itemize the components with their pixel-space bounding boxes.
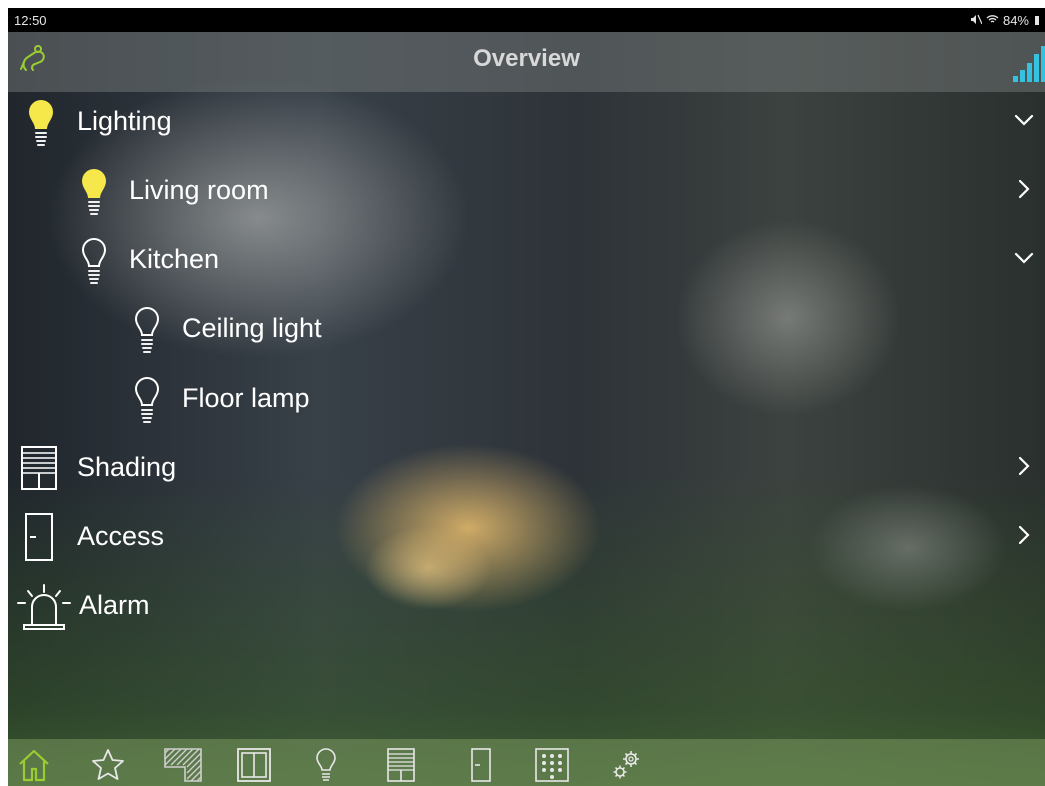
nav-bar: Overview [8,32,1045,92]
tab-bar [8,739,1045,786]
status-bar: 12:50 84% [8,8,1045,32]
tab-keypad-icon[interactable] [534,747,570,786]
list-item-ceiling-light[interactable]: Ceiling light [8,298,1045,360]
status-indicators: 84% [970,13,1039,28]
bulb-off-icon [132,374,162,431]
bulb-on-icon [79,166,109,223]
door-icon [24,512,54,567]
item-label: Alarm [79,590,150,620]
battery-icon [1035,16,1039,25]
chevron-right-icon[interactable] [1013,524,1035,551]
tab-favorites-star-icon[interactable] [90,747,126,786]
chevron-right-icon[interactable] [1013,455,1035,482]
list-item-kitchen[interactable]: Kitchen [8,229,1045,291]
battery-level: 84% [1002,13,1029,28]
page-title: Overview [473,45,580,72]
item-label: Kitchen [129,244,220,274]
tab-settings-gears-icon[interactable] [609,747,645,786]
bulb-off-icon [132,304,162,361]
tab-bulb-icon[interactable] [314,747,338,786]
wifi-icon [986,14,999,27]
item-label: Shading [77,452,177,482]
app-screen: 12:50 84% Overview Lighting Living room … [8,8,1045,786]
tab-home-icon[interactable] [16,747,52,786]
mute-icon [970,14,983,28]
list-item-living-room[interactable]: Living room [8,160,1045,222]
blinds-icon [20,445,58,496]
bulb-off-icon [79,235,109,292]
list-item-alarm[interactable]: Alarm [8,575,1045,637]
status-time: 12:50 [14,13,47,28]
chevron-down-icon[interactable] [1013,109,1035,136]
signal-strength-icon[interactable] [1011,38,1045,91]
chevron-right-icon[interactable] [1013,178,1035,205]
tab-blinds-icon[interactable] [386,747,416,786]
list-item-shading[interactable]: Shading [8,437,1045,499]
list-item-lighting[interactable]: Lighting [8,91,1045,153]
bulb-on-icon [26,97,56,154]
list-item-access[interactable]: Access [8,506,1045,568]
tab-door-icon[interactable] [470,747,492,786]
tab-shutter-icon[interactable] [163,747,203,786]
tab-window-icon[interactable] [236,747,272,786]
item-label: Access [77,521,165,551]
item-label: Ceiling light [182,313,322,343]
item-label: Floor lamp [182,383,310,413]
item-label: Living room [129,175,269,205]
chevron-down-icon[interactable] [1013,247,1035,274]
alarm-siren-icon [14,579,74,638]
list-item-floor-lamp[interactable]: Floor lamp [8,368,1045,430]
item-label: Lighting [77,106,172,136]
